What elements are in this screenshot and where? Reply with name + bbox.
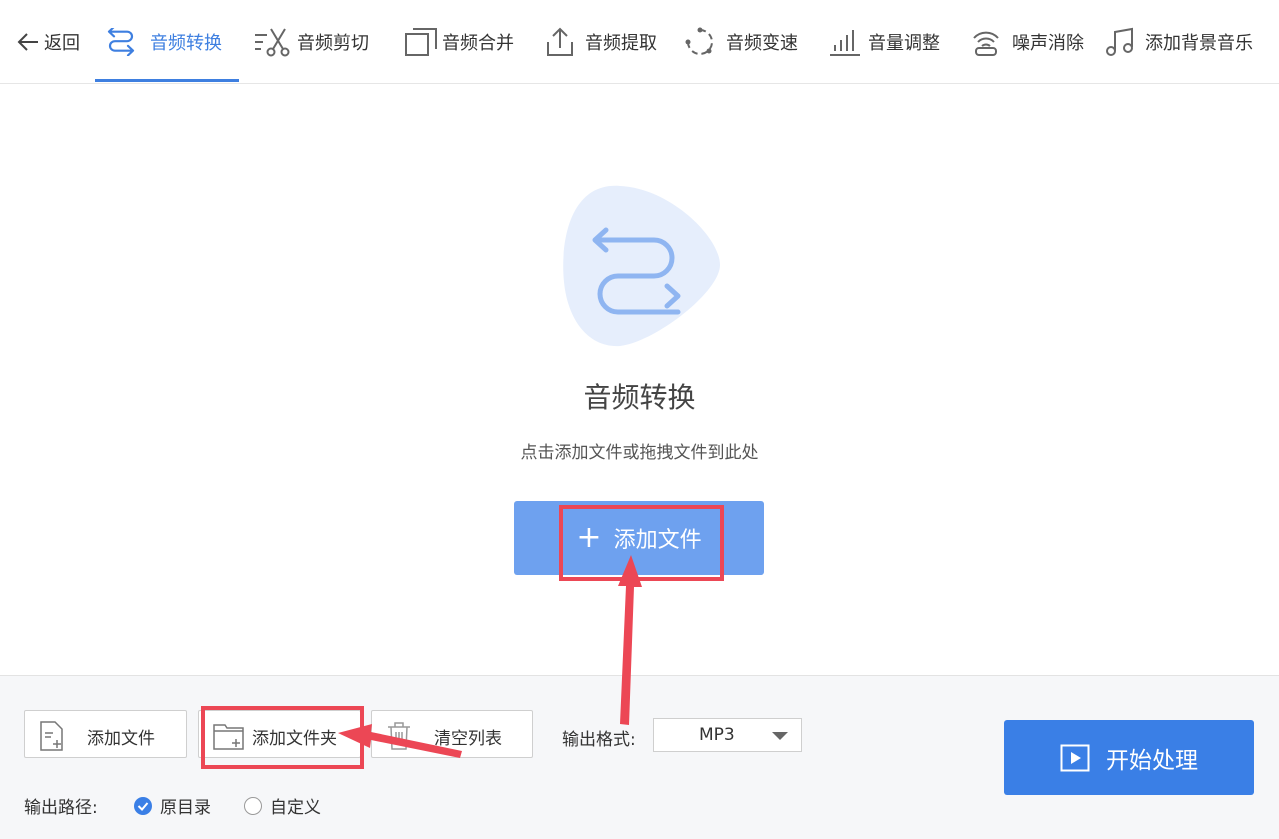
music-note-icon — [1106, 27, 1133, 56]
drop-hint: 点击添加文件或拖拽文件到此处 — [520, 443, 759, 463]
start-processing-button[interactable]: 开始处理 — [1004, 720, 1254, 795]
upload-extract-icon — [547, 27, 573, 56]
tab-label: 噪声消除 — [1012, 33, 1084, 54]
radio-original-directory[interactable]: 原目录 — [134, 793, 211, 818]
tab-noise-removal[interactable]: 噪声消除 — [971, 0, 1084, 84]
add-file-button-main[interactable]: + 添加文件 — [514, 501, 764, 575]
chevron-down-icon — [772, 732, 788, 740]
convert-arrows-icon — [107, 28, 135, 56]
scissors-icon — [255, 28, 290, 57]
back-button[interactable]: 返回 — [16, 0, 80, 84]
tab-label: 音频剪切 — [297, 33, 369, 54]
output-format-label: 输出格式: — [562, 730, 636, 750]
convert-arrows-icon — [563, 185, 720, 347]
output-format-select[interactable]: MP3 — [653, 718, 802, 752]
output-format-value: MP3 — [699, 725, 735, 745]
radio-label: 自定义 — [270, 798, 321, 818]
tab-audio-merge[interactable]: 音频合并 — [404, 0, 514, 84]
speed-icon — [685, 27, 713, 55]
add-file-label: 添加文件 — [87, 729, 155, 749]
clear-list-button[interactable]: 清空列表 — [371, 710, 533, 758]
tab-label: 音频提取 — [585, 33, 657, 54]
folder-add-icon — [213, 724, 244, 750]
back-label: 返回 — [44, 33, 80, 54]
add-file-label: 添加文件 — [613, 528, 702, 553]
top-toolbar: 返回 音频转换 音频剪切 音频合并 音频提取 音频变速 音量调整 噪声消除 添加… — [0, 0, 1279, 84]
output-path-label: 输出路径: — [24, 798, 98, 818]
tab-volume-adjust[interactable]: 音量调整 — [828, 0, 940, 84]
tab-label: 音频转换 — [150, 33, 222, 54]
page-title: 音频转换 — [583, 381, 696, 414]
tab-add-background-music[interactable]: 添加背景音乐 — [1105, 0, 1253, 84]
radio-checked-icon — [134, 796, 152, 815]
file-add-icon — [40, 721, 63, 751]
tab-label: 添加背景音乐 — [1145, 33, 1253, 54]
tab-audio-cut[interactable]: 音频剪切 — [253, 0, 369, 84]
clear-list-label: 清空列表 — [434, 729, 502, 749]
plus-icon: + — [576, 520, 602, 555]
radio-custom-directory[interactable]: 自定义 — [244, 793, 321, 818]
tab-audio-speed[interactable]: 音频变速 — [685, 0, 798, 84]
tab-audio-convert[interactable]: 音频转换 — [106, 0, 222, 84]
active-tab-indicator — [95, 79, 239, 82]
radio-label: 原目录 — [160, 798, 211, 818]
tab-audio-extract[interactable]: 音频提取 — [545, 0, 657, 84]
tab-label: 音频变速 — [726, 33, 798, 54]
add-file-button[interactable]: 添加文件 — [24, 710, 187, 758]
add-folder-button[interactable]: 添加文件夹 — [198, 710, 361, 758]
tab-label: 音量调整 — [868, 33, 940, 54]
drop-zone-illustration — [560, 182, 724, 348]
back-arrow-icon — [17, 33, 38, 51]
start-label: 开始处理 — [1106, 747, 1198, 774]
add-folder-label: 添加文件夹 — [252, 729, 337, 749]
play-icon — [1060, 744, 1090, 771]
tab-label: 音频合并 — [442, 33, 514, 54]
radio-unchecked-icon — [244, 796, 262, 815]
merge-icon — [405, 28, 437, 56]
trash-icon — [388, 722, 410, 750]
volume-bars-icon — [830, 30, 860, 56]
noise-icon — [973, 31, 999, 56]
